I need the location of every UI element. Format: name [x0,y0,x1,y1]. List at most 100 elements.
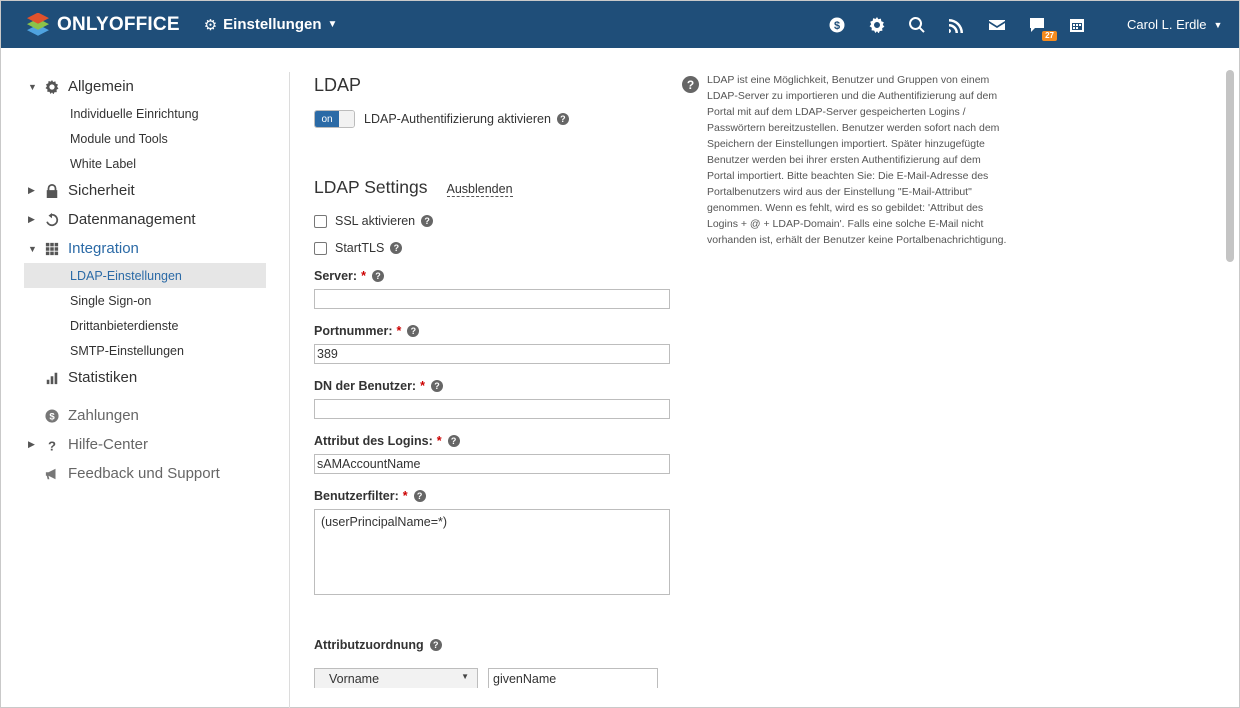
gear-icon [42,79,62,95]
svg-text:$: $ [49,411,55,422]
dn-label-row: DN der Benutzer: * ? [314,379,443,393]
sidebar-item-individuelle-einrichtung[interactable]: Individuelle Einrichtung [24,101,266,126]
help-icon[interactable]: ? [429,639,442,651]
grid-icon [42,241,62,257]
payments-icon[interactable]: $ [827,15,847,35]
filter-label-row: Benutzerfilter: * ? [314,489,426,503]
sidebar-item-allgemein[interactable]: ▼ Allgemein [24,72,266,101]
page-scrollbar[interactable] [1226,70,1234,262]
sidebar-item-label: Feedback und Support [68,465,220,482]
feed-icon[interactable] [947,15,967,35]
sidebar-item-sicherheit[interactable]: ▶ Sicherheit [24,176,266,205]
collapsed-arrow-icon: ▶ [28,214,35,224]
sidebar-item-label: Datenmanagement [68,211,196,228]
ldap-help-text: LDAP ist eine Möglichkeit, Benutzer und … [707,74,1007,246]
server-label-row: Server: * ? [314,269,384,283]
collapsed-arrow-icon: ▶ [28,439,35,449]
expanded-arrow-icon: ▼ [28,81,37,92]
help-icon[interactable]: ? [390,242,403,254]
sidebar: ▼ Allgemein Individuelle Einrichtung Mod… [24,72,266,488]
port-input[interactable] [314,344,670,364]
sidebar-item-label: Zahlungen [68,407,139,424]
restore-icon [42,212,62,228]
help-icon[interactable]: ? [371,270,384,282]
bar-chart-icon [42,370,62,386]
logo[interactable]: ONLYOFFICE [25,12,180,38]
settings-header: LDAP Settings Ausblenden [314,177,513,198]
ldap-help-panel: ? LDAP ist eine Möglichkeit, Benutzer un… [682,72,1012,248]
gear-icon: ⚙ [203,16,218,34]
settings-icon[interactable] [867,15,887,35]
sidebar-item-hilfe-center[interactable]: ▶ ? Hilfe-Center [24,430,266,459]
ssl-checkbox[interactable] [314,214,327,228]
lock-icon [42,183,62,199]
help-icon[interactable]: ? [447,435,460,447]
module-switcher[interactable]: ⚙ Einstellungen ▼ [204,16,338,34]
mapping-label-row: Attributzuordnung ? [314,638,442,652]
sidebar-item-drittanbieterdienste[interactable]: Drittanbieterdienste [24,313,266,338]
help-icon[interactable]: ? [413,490,426,502]
calendar-icon[interactable] [1067,15,1087,35]
user-name: Carol L. Erdle [1127,17,1207,32]
onlyoffice-logo-icon [25,12,51,38]
sidebar-item-label: Statistiken [68,369,138,386]
sidebar-item-feedback[interactable]: Feedback und Support [24,459,266,488]
sidebar-item-ldap-einstellungen[interactable]: LDAP-Einstellungen [24,263,266,288]
starttls-row: StartTLS ? [314,241,403,255]
mapping-select-value: Vorname [329,672,380,686]
question-icon: ? [42,437,62,453]
dn-label: DN der Benutzer: [314,379,417,393]
server-label: Server: [314,269,358,283]
required-marker: * [361,269,366,283]
chevron-down-icon: ▼ [1213,19,1223,30]
ssl-label: SSL aktivieren [335,214,416,228]
sidebar-item-integration[interactable]: ▼ Integration [24,234,266,263]
help-icon[interactable]: ? [421,215,434,227]
help-icon[interactable]: ? [407,325,420,337]
help-icon[interactable]: ? [556,113,569,125]
toggle-state: on [315,111,339,127]
ssl-row: SSL aktivieren ? [314,214,434,228]
sidebar-item-label: Allgemein [68,78,134,95]
megaphone-icon [42,466,62,482]
user-filter-textarea[interactable]: (userPrincipalName=*) [314,509,670,595]
required-marker: * [420,379,425,393]
settings-title: LDAP Settings [314,177,428,197]
chat-icon[interactable]: 27 [1027,15,1057,41]
chevron-down-icon: ▼ [461,672,469,681]
user-menu[interactable]: Carol L. Erdle ▼ [1127,1,1222,48]
search-icon[interactable] [907,15,927,35]
sidebar-item-single-sign-on[interactable]: Single Sign-on [24,288,266,313]
ldap-auth-toggle[interactable]: on [314,110,355,128]
required-marker: * [396,324,402,338]
sidebar-item-label: Integration [68,240,139,257]
login-attr-label-row: Attribut des Logins: * ? [314,434,460,448]
mail-icon[interactable] [987,15,1007,35]
sidebar-item-zahlungen[interactable]: $ Zahlungen [24,401,266,430]
sidebar-divider [289,72,290,708]
port-label-row: Portnummer: * ? [314,324,420,338]
login-attr-input[interactable] [314,454,670,474]
server-input[interactable] [314,289,670,309]
help-icon[interactable]: ? [430,380,443,392]
collapsed-arrow-icon: ▶ [28,185,35,195]
chat-badge: 27 [1042,30,1057,41]
starttls-checkbox[interactable] [314,241,327,255]
page-title: LDAP [314,75,362,95]
sidebar-item-label: Hilfe-Center [68,436,149,453]
required-marker: * [436,434,442,448]
sidebar-item-module-und-tools[interactable]: Module und Tools [24,126,266,151]
attribute-mapping-input[interactable]: givenName [488,668,658,688]
attribute-mapping-select[interactable]: Vorname ▼ [314,668,478,688]
sidebar-item-datenmanagement[interactable]: ▶ Datenmanagement [24,205,266,234]
ldap-toggle-row: on LDAP-Authentifizierung aktivieren ? [314,110,569,128]
starttls-label: StartTLS [335,241,385,255]
filter-label: Benutzerfilter: [314,489,399,503]
sidebar-item-smtp-einstellungen[interactable]: SMTP-Einstellungen [24,338,266,363]
mapping-label: Attributzuordnung [314,638,424,652]
hide-settings-link[interactable]: Ausblenden [446,182,513,197]
sidebar-item-white-label[interactable]: White Label [24,151,266,176]
top-icons: $ 27 [827,1,1107,48]
sidebar-item-statistiken[interactable]: Statistiken [24,363,266,392]
dn-input[interactable] [314,399,670,419]
